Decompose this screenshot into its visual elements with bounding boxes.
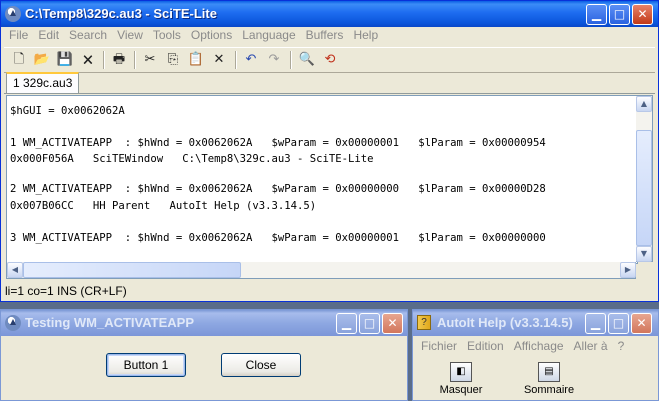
menu-aller-a[interactable]: Aller à <box>569 337 613 355</box>
contents-label: Sommaire <box>523 384 575 396</box>
status-bar: li=1 co=1 INS (CR+LF) <box>5 284 127 298</box>
close-button[interactable]: ✕ <box>632 4 653 25</box>
vertical-scroll-thumb[interactable] <box>636 130 652 246</box>
help-window: ? AutoIt Help (v3.3.14.5) ▁ □ ✕ Fichier E… <box>412 309 659 401</box>
undo-icon[interactable]: ↶ <box>242 51 260 69</box>
minimize-button[interactable]: ▁ <box>585 313 606 334</box>
minimize-button[interactable]: ▁ <box>336 313 357 334</box>
toolbar-separator <box>235 51 237 69</box>
autoit-app-icon[interactable] <box>5 6 21 22</box>
horizontal-scrollbar[interactable]: ◀ ▶ <box>6 262 636 279</box>
paste-icon[interactable]: 📋 <box>187 51 205 69</box>
editor-line: 2 WM_ACTIVATEAPP : $hWnd = 0x0062062A $w… <box>10 183 546 195</box>
menu-help-question[interactable]: ? <box>613 337 630 355</box>
hide-pane-icon: ◧ <box>450 362 472 382</box>
close-button[interactable]: ✕ <box>631 313 652 334</box>
close-button[interactable]: ✕ <box>382 313 403 334</box>
horizontal-scroll-thumb[interactable] <box>23 262 241 278</box>
cut-icon[interactable]: ✂ <box>141 51 159 69</box>
replace-icon[interactable]: ⟲ <box>321 51 339 69</box>
toolbar-separator <box>134 51 136 69</box>
menu-buffers[interactable]: Buffers <box>301 26 349 44</box>
scite-titlebar[interactable]: C:\Temp8\329c.au3 - SciTE-Lite ▁ □ ✕ <box>1 1 658 27</box>
menu-search[interactable]: Search <box>64 26 112 44</box>
testing-titlebar[interactable]: Testing WM_ACTIVATEAPP ▁ □ ✕ <box>1 310 407 336</box>
scite-toolbar: 🗋 📂 💾 🗙 🖶 ✂ ⎘ 📋 ✕ ↶ ↷ 🔍 ⟲ <box>4 47 655 73</box>
editor-line: 0x000F056A SciTEWindow C:\Temp8\329c.au3… <box>10 153 374 165</box>
menu-edition[interactable]: Edition <box>462 337 509 355</box>
hide-pane-button[interactable]: ◧ Masquer <box>433 362 489 396</box>
toolbar-separator <box>290 51 292 69</box>
editor-line: $hGUI = 0x0062062A <box>10 105 125 117</box>
testing-window: Testing WM_ACTIVATEAPP ▁ □ ✕ Button 1 Cl… <box>0 309 408 401</box>
scite-window: C:\Temp8\329c.au3 - SciTE-Lite ▁ □ ✕ Fil… <box>0 0 659 302</box>
vertical-scrollbar[interactable]: ▲ ▼ <box>636 95 653 262</box>
button-1[interactable]: Button 1 <box>106 353 186 377</box>
autoit-app-icon[interactable] <box>5 315 21 331</box>
contents-button[interactable]: ▤ Sommaire <box>517 362 581 396</box>
help-menubar: Fichier Edition Affichage Aller à? <box>416 337 655 357</box>
editor-line: 1 WM_ACTIVATEAPP : $hWnd = 0x0062062A $w… <box>10 137 546 149</box>
maximize-button[interactable]: □ <box>608 313 629 334</box>
redo-icon[interactable]: ↷ <box>265 51 283 69</box>
scite-window-title: C:\Temp8\329c.au3 - SciTE-Lite <box>25 6 217 21</box>
close-app-button[interactable]: Close <box>221 353 301 377</box>
tab-329c-au3[interactable]: 1 329c.au3 <box>6 72 80 93</box>
help-book-icon[interactable]: ? <box>417 315 431 330</box>
scroll-right-arrow[interactable]: ▶ <box>620 262 636 278</box>
menu-help[interactable]: Help <box>348 26 383 44</box>
close-file-icon[interactable]: 🗙 <box>79 51 97 69</box>
editor-line: 3 WM_ACTIVATEAPP : $hWnd = 0x0062062A $w… <box>10 232 546 244</box>
testing-window-title: Testing WM_ACTIVATEAPP <box>25 315 194 330</box>
menu-fichier[interactable]: Fichier <box>416 337 462 355</box>
maximize-button[interactable]: □ <box>359 313 380 334</box>
save-icon[interactable]: 💾 <box>56 51 74 69</box>
copy-icon[interactable]: ⎘ <box>164 51 182 69</box>
toolbar-separator <box>103 51 105 69</box>
scroll-up-arrow[interactable]: ▲ <box>636 96 652 112</box>
file-tabs: 1 329c.au3 <box>4 71 655 94</box>
open-folder-icon[interactable]: 📂 <box>33 51 51 69</box>
menu-options[interactable]: Options <box>186 26 237 44</box>
menu-affichage[interactable]: Affichage <box>509 337 569 355</box>
hide-pane-label: Masquer <box>439 384 483 396</box>
menu-file[interactable]: File <box>4 26 33 44</box>
menu-language[interactable]: Language <box>237 26 300 44</box>
menu-edit[interactable]: Edit <box>33 26 64 44</box>
scroll-left-arrow[interactable]: ◀ <box>7 262 23 278</box>
delete-icon[interactable]: ✕ <box>210 51 228 69</box>
output-editor[interactable]: $hGUI = 0x0062062A 1 WM_ACTIVATEAPP : $h… <box>6 95 638 264</box>
help-titlebar[interactable]: ? AutoIt Help (v3.3.14.5) ▁ □ ✕ <box>413 310 658 336</box>
editor-line: 0x007B06CC HH Parent AutoIt Help (v3.3.1… <box>10 200 317 212</box>
scite-menubar: File Edit Search View Tools Options Language Bu… <box>4 26 655 46</box>
menu-view[interactable]: View <box>112 26 148 44</box>
minimize-button[interactable]: ▁ <box>586 4 607 25</box>
new-file-icon[interactable]: 🗋 <box>10 51 28 69</box>
help-window-title: AutoIt Help (v3.3.14.5) <box>437 315 573 330</box>
menu-tools[interactable]: Tools <box>148 26 186 44</box>
find-icon[interactable]: 🔍 <box>298 51 316 69</box>
maximize-button[interactable]: □ <box>609 4 630 25</box>
print-icon[interactable]: 🖶 <box>110 51 128 69</box>
contents-icon: ▤ <box>538 362 560 382</box>
scroll-down-arrow[interactable]: ▼ <box>636 246 652 262</box>
